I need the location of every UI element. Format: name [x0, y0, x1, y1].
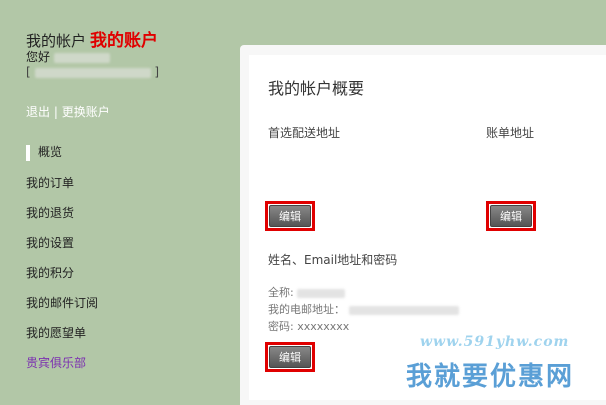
- edit-shipping-button[interactable]: 编辑: [269, 205, 311, 227]
- blurred-username: [53, 52, 110, 63]
- sidebar-nav: 概览 我的订单 我的退货 我的设置 我的积分 我的邮件订阅 我的愿望单 贵宾俱乐…: [26, 138, 226, 378]
- edit-billing-button[interactable]: 编辑: [490, 205, 532, 227]
- blurred-email-line: [ ]: [26, 65, 159, 79]
- nav-item-settings[interactable]: 我的设置: [26, 228, 226, 258]
- nav-item-subscriptions[interactable]: 我的邮件订阅: [26, 288, 226, 318]
- switch-account-link[interactable]: 更换账户: [62, 105, 110, 119]
- blurred-email: [34, 67, 151, 78]
- link-separator: |: [53, 105, 58, 119]
- bracket-open: [: [26, 65, 31, 79]
- edit-shipping-highlight: 编辑: [265, 201, 315, 231]
- nav-item-returns[interactable]: 我的退货: [26, 198, 226, 228]
- edit-info-button[interactable]: 编辑: [269, 346, 311, 368]
- fullname-label: 全称:: [268, 286, 294, 299]
- page-title: 我的帐户概要: [268, 79, 365, 98]
- blurred-fullname: [297, 288, 346, 298]
- edit-info-highlight: 编辑: [265, 342, 315, 372]
- greeting-text: 您好: [26, 50, 51, 64]
- billing-address-label: 账单地址: [486, 126, 535, 140]
- email-row: 我的电邮地址：: [268, 301, 459, 317]
- logout-link[interactable]: 退出: [26, 105, 50, 119]
- email-label: 我的电邮地址：: [268, 303, 345, 316]
- nav-item-points[interactable]: 我的积分: [26, 258, 226, 288]
- blurred-email-value: [348, 305, 459, 315]
- fullname-row: 全称:: [268, 284, 346, 300]
- greeting: 您好: [26, 48, 110, 65]
- shipping-address-label: 首选配送地址: [268, 126, 341, 140]
- nav-item-orders[interactable]: 我的订单: [26, 168, 226, 198]
- watermark-url: www.591yhw.com: [420, 334, 570, 350]
- watermark-text: 我就要优惠网: [406, 362, 575, 392]
- password-row: 密码: xxxxxxxx: [268, 318, 349, 334]
- account-info-heading: 姓名、Email地址和密码: [268, 253, 398, 267]
- bracket-close: ]: [154, 65, 160, 79]
- nav-item-vip-club[interactable]: 贵宾俱乐部: [26, 348, 226, 378]
- nav-item-wishlist[interactable]: 我的愿望单: [26, 318, 226, 348]
- account-links: 退出 | 更换账户: [26, 103, 110, 120]
- password-value: xxxxxxxx: [297, 320, 350, 333]
- edit-billing-highlight: 编辑: [486, 201, 536, 231]
- sidebar: 我的帐户 我的账户 您好 [ ] 退出 | 更换账户 概览 我的订单 我的退货 我…: [0, 0, 240, 397]
- nav-item-overview[interactable]: 概览: [26, 145, 226, 161]
- password-label: 密码:: [268, 320, 294, 333]
